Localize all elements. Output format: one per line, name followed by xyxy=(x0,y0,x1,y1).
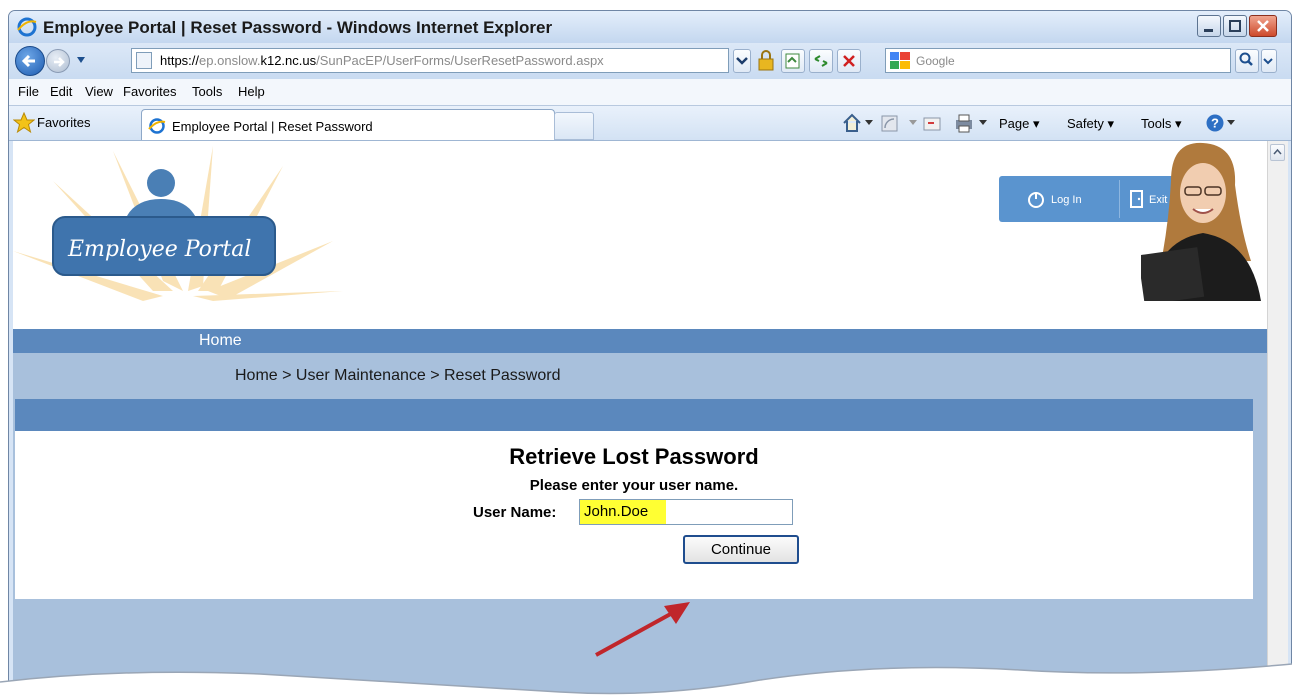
page-icon xyxy=(136,52,152,69)
menu-help[interactable]: Help xyxy=(238,84,265,99)
read-mail-icon[interactable] xyxy=(923,115,943,133)
refresh-icon xyxy=(814,55,828,67)
favorites-bar: Favorites Employee Portal | Reset Passwo… xyxy=(9,106,1291,141)
continue-button[interactable]: Continue xyxy=(683,535,799,564)
forward-arrow-icon xyxy=(54,57,65,67)
search-button[interactable] xyxy=(1235,49,1259,73)
new-tab-button[interactable] xyxy=(554,112,594,140)
close-button[interactable] xyxy=(1249,15,1277,37)
chevron-down-icon[interactable] xyxy=(979,120,987,126)
window-title: Employee Portal | Reset Password - Windo… xyxy=(43,18,553,37)
search-icon xyxy=(1239,52,1253,66)
tab-employee-portal[interactable]: Employee Portal | Reset Password xyxy=(141,109,555,140)
logo-text: Employee Portal xyxy=(68,237,252,262)
close-icon xyxy=(1257,20,1269,32)
login-link[interactable]: Log In xyxy=(1051,194,1082,206)
form-title: Retrieve Lost Password xyxy=(509,444,759,469)
ie-page-icon xyxy=(148,118,166,134)
refresh-button[interactable] xyxy=(809,49,833,73)
stop-icon xyxy=(843,55,855,67)
portal-woman-photo xyxy=(1141,142,1261,301)
username-label: User Name: xyxy=(473,504,557,521)
compatibility-view-button[interactable] xyxy=(781,49,805,73)
chevron-down-icon[interactable] xyxy=(909,120,917,126)
menu-view[interactable]: View xyxy=(85,84,113,99)
title-bar: Employee Portal | Reset Password - Windo… xyxy=(9,11,1291,43)
maximize-icon xyxy=(1229,20,1241,32)
compatibility-icon xyxy=(785,53,800,69)
maximize-button[interactable] xyxy=(1223,15,1247,37)
scroll-up-button[interactable] xyxy=(1270,144,1285,161)
forward-button[interactable] xyxy=(46,49,70,73)
top-navigation: Home xyxy=(13,329,1267,353)
address-bar[interactable]: https://ep.onslow.k12.nc.us/SunPacEP/Use… xyxy=(131,48,729,73)
print-icon[interactable] xyxy=(953,112,975,134)
chevron-down-icon xyxy=(1263,58,1273,65)
search-options-button[interactable] xyxy=(1261,49,1277,73)
home-icon[interactable] xyxy=(841,112,863,134)
breadcrumb: Home > User Maintenance > Reset Password xyxy=(235,367,561,384)
tools-menu[interactable]: Tools ▾ xyxy=(1141,116,1182,132)
security-lock-button[interactable] xyxy=(755,49,779,73)
favorites-star-icon xyxy=(13,112,35,134)
vertical-scrollbar[interactable] xyxy=(1267,141,1288,697)
svg-text:?: ? xyxy=(1211,116,1219,131)
lock-icon xyxy=(758,50,774,71)
minimize-icon xyxy=(1204,29,1213,32)
ie-logo-icon xyxy=(17,17,37,37)
help-icon[interactable]: ? xyxy=(1205,113,1225,133)
menu-bar: File Edit View Favorites Tools Help xyxy=(9,79,1291,106)
search-input[interactable]: Google xyxy=(885,48,1231,73)
back-arrow-icon xyxy=(21,54,35,68)
chevron-up-icon xyxy=(1273,148,1282,155)
tab-label: Employee Portal | Reset Password xyxy=(172,119,373,134)
back-button[interactable] xyxy=(15,46,45,76)
form-subtitle: Please enter your user name. xyxy=(529,477,739,494)
address-dropdown-button[interactable] xyxy=(733,49,751,73)
url-text: https://ep.onslow.k12.nc.us/SunPacEP/Use… xyxy=(160,53,604,68)
divider xyxy=(1119,180,1120,218)
safety-menu[interactable]: Safety ▾ xyxy=(1067,116,1114,132)
menu-file[interactable]: File xyxy=(18,84,39,99)
browser-window: Employee Portal | Reset Password - Windo… xyxy=(8,10,1292,698)
page-menu[interactable]: Page ▾ xyxy=(999,116,1040,132)
menu-favorites[interactable]: Favorites xyxy=(123,84,176,99)
feeds-icon[interactable] xyxy=(881,115,899,133)
nav-home-link[interactable]: Home xyxy=(199,332,242,350)
menu-tools[interactable]: Tools xyxy=(192,84,222,99)
menu-edit[interactable]: Edit xyxy=(50,84,72,99)
employee-portal-logo xyxy=(13,146,343,301)
power-icon xyxy=(1028,192,1044,208)
chevron-down-icon[interactable] xyxy=(1227,120,1235,126)
form-body: Retrieve Lost Password Please enter your… xyxy=(15,431,1253,599)
username-value: John.Doe xyxy=(584,503,649,520)
recent-pages-dropdown-icon[interactable] xyxy=(76,56,86,64)
chevron-down-icon[interactable] xyxy=(865,120,873,126)
chevron-down-icon xyxy=(736,57,748,65)
breadcrumb-bar: Home > User Maintenance > Reset Password xyxy=(13,353,1267,399)
stop-button[interactable] xyxy=(837,49,861,73)
minimize-button[interactable] xyxy=(1197,15,1221,37)
web-page: Employee Portal Log In Exit Home Home > … xyxy=(13,141,1267,697)
search-placeholder: Google xyxy=(916,54,955,68)
torn-edge xyxy=(0,663,1292,698)
favorites-button[interactable]: Favorites xyxy=(37,115,90,130)
form-header-bar xyxy=(15,399,1253,431)
address-toolbar: https://ep.onslow.k12.nc.us/SunPacEP/Use… xyxy=(9,43,1291,79)
google-logo-icon xyxy=(890,52,910,69)
